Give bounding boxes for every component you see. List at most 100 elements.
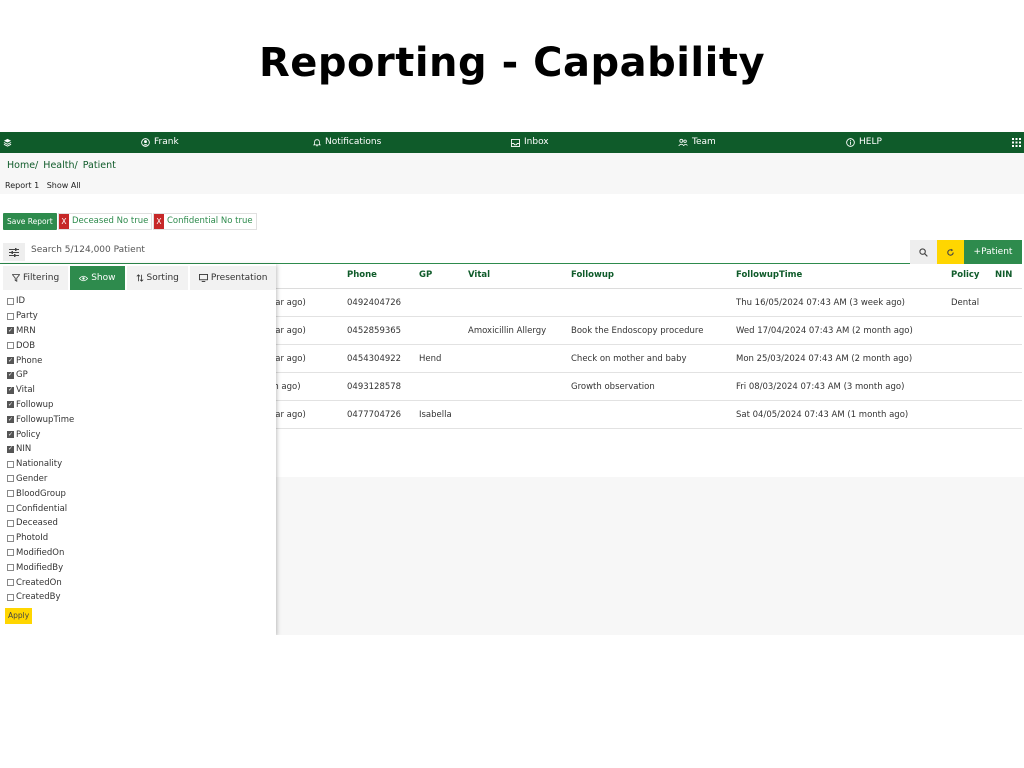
tab-show[interactable]: Show bbox=[70, 266, 125, 290]
tab-filtering[interactable]: Filtering bbox=[3, 266, 69, 290]
checkbox-unchecked[interactable] bbox=[7, 460, 14, 468]
save-report-button[interactable]: Save Report bbox=[3, 213, 57, 230]
column-option-modifiedon[interactable]: ModifiedOn bbox=[7, 546, 74, 561]
breadcrumb: Home/ Health/ Patient bbox=[7, 160, 118, 171]
slide-title: Reporting - Capability bbox=[258, 40, 766, 86]
remove-filter-icon[interactable]: X bbox=[154, 214, 164, 229]
refresh-button[interactable] bbox=[937, 240, 964, 264]
column-option-dob[interactable]: DOB bbox=[7, 338, 74, 353]
column-option-label: Gender bbox=[16, 473, 48, 484]
column-header-followup[interactable]: Followup bbox=[571, 266, 614, 288]
column-option-label: FollowupTime bbox=[16, 414, 75, 425]
cell-phone: 0492404726 bbox=[347, 298, 402, 308]
column-option-policy[interactable]: ✓ Policy bbox=[7, 427, 74, 442]
checkbox-checked[interactable]: ✓ bbox=[7, 416, 14, 424]
checkbox-checked[interactable]: ✓ bbox=[7, 327, 14, 335]
column-header-followuptime[interactable]: FollowupTime bbox=[736, 266, 802, 288]
column-option-phone[interactable]: ✓ Phone bbox=[7, 353, 74, 368]
column-option-gp[interactable]: ✓ GP bbox=[7, 368, 74, 383]
column-header-nin[interactable]: NIN bbox=[995, 266, 1012, 288]
remove-filter-icon[interactable]: X bbox=[59, 214, 69, 229]
search-icon bbox=[919, 247, 928, 257]
column-option-createdby[interactable]: CreatedBy bbox=[7, 590, 74, 605]
column-option-mrn[interactable]: ✓ MRN bbox=[7, 324, 74, 339]
filter-chip-confidential: X Confidential No true bbox=[153, 213, 257, 230]
tab-presentation[interactable]: Presentation bbox=[189, 266, 277, 290]
nav-user[interactable]: Frank bbox=[141, 132, 179, 153]
nav-notifications[interactable]: Notifications bbox=[313, 132, 381, 153]
column-settings-button[interactable] bbox=[3, 243, 25, 261]
breadcrumb-home[interactable]: Home/ bbox=[7, 160, 38, 171]
checkbox-unchecked[interactable] bbox=[7, 593, 14, 601]
checkbox-unchecked[interactable] bbox=[7, 564, 14, 572]
column-option-party[interactable]: Party bbox=[7, 309, 74, 324]
breadcrumb-patient[interactable]: Patient bbox=[83, 160, 116, 171]
cell-followup: Book the Endoscopy procedure bbox=[571, 326, 704, 336]
checkbox-unchecked[interactable] bbox=[7, 312, 14, 320]
column-option-label: CreatedBy bbox=[16, 592, 61, 603]
apply-button[interactable]: Apply bbox=[5, 608, 33, 624]
checkbox-unchecked[interactable] bbox=[7, 579, 14, 587]
checkbox-unchecked[interactable] bbox=[7, 297, 14, 305]
tab-sorting[interactable]: Sorting bbox=[126, 266, 188, 290]
column-option-vital[interactable]: ✓ Vital bbox=[7, 383, 74, 398]
column-option-id[interactable]: ID bbox=[7, 294, 74, 309]
search-button[interactable] bbox=[910, 240, 937, 264]
report-tab-report-1[interactable]: Report 1 bbox=[5, 181, 39, 190]
checkbox-checked[interactable]: ✓ bbox=[7, 386, 14, 394]
nav-team[interactable]: Team bbox=[678, 132, 716, 153]
column-header-policy[interactable]: Policy bbox=[951, 266, 979, 288]
column-option-label: CreatedOn bbox=[16, 577, 62, 588]
column-option-label: ID bbox=[16, 296, 26, 307]
tab-filtering-label: Filtering bbox=[23, 273, 60, 283]
column-option-label: ModifiedBy bbox=[16, 562, 64, 573]
column-header-phone[interactable]: Phone bbox=[347, 266, 377, 288]
add-patient-button[interactable]: +Patient bbox=[964, 240, 1022, 264]
column-option-label: GP bbox=[16, 370, 28, 381]
refresh-icon bbox=[947, 248, 954, 256]
cell-policy: Dental bbox=[951, 298, 980, 308]
column-option-followuptime[interactable]: ✓ FollowupTime bbox=[7, 412, 74, 427]
column-option-createdon[interactable]: CreatedOn bbox=[7, 575, 74, 590]
checkbox-unchecked[interactable] bbox=[7, 534, 14, 542]
cell-followuptime: Sat 04/05/2024 07:43 AM (1 month ago) bbox=[736, 410, 909, 420]
column-header-vital[interactable]: Vital bbox=[468, 266, 490, 288]
column-option-bloodgroup[interactable]: BloodGroup bbox=[7, 486, 74, 501]
column-option-gender[interactable]: Gender bbox=[7, 472, 74, 487]
report-bar: Report 1 Show All bbox=[5, 181, 86, 190]
column-option-followup[interactable]: ✓ Followup bbox=[7, 398, 74, 413]
tab-show-label: Show bbox=[91, 273, 116, 283]
column-checklist: ID Party ✓ MRN DOB ✓ Phone ✓ GP ✓ Vital ✓ Followup ✓ F… bbox=[7, 294, 74, 605]
checkbox-unchecked[interactable] bbox=[7, 505, 14, 513]
column-option-nationality[interactable]: Nationality bbox=[7, 457, 74, 472]
column-option-modifiedby[interactable]: ModifiedBy bbox=[7, 560, 74, 575]
column-option-confidential[interactable]: Confidential bbox=[7, 501, 74, 516]
nav-help[interactable]: HELP bbox=[846, 132, 882, 153]
apps-grid-icon[interactable] bbox=[1012, 132, 1021, 153]
checkbox-checked[interactable]: ✓ bbox=[7, 431, 14, 439]
cell-gp: Isabella bbox=[419, 410, 452, 420]
bell-icon bbox=[313, 139, 321, 147]
nav-team-label: Team bbox=[692, 137, 716, 147]
layers-icon[interactable] bbox=[3, 132, 12, 153]
column-option-label: Phone bbox=[16, 355, 43, 366]
checkbox-checked[interactable]: ✓ bbox=[7, 357, 14, 365]
checkbox-unchecked[interactable] bbox=[7, 342, 14, 350]
checkbox-unchecked[interactable] bbox=[7, 519, 14, 527]
column-option-photoid[interactable]: PhotoId bbox=[7, 531, 74, 546]
report-tab-show-all[interactable]: Show All bbox=[47, 181, 81, 190]
checkbox-checked[interactable]: ✓ bbox=[7, 445, 14, 453]
checkbox-unchecked[interactable] bbox=[7, 490, 14, 498]
checkbox-checked[interactable]: ✓ bbox=[7, 371, 14, 379]
column-option-deceased[interactable]: Deceased bbox=[7, 516, 74, 531]
sort-icon bbox=[136, 274, 143, 282]
nav-inbox[interactable]: Inbox bbox=[511, 132, 549, 153]
search-input[interactable]: Search 5/124,000 Patient bbox=[31, 245, 145, 255]
checkbox-unchecked[interactable] bbox=[7, 475, 14, 483]
column-header-gp[interactable]: GP bbox=[419, 266, 432, 288]
checkbox-unchecked[interactable] bbox=[7, 549, 14, 557]
column-option-nin[interactable]: ✓ NIN bbox=[7, 442, 74, 457]
checkbox-checked[interactable]: ✓ bbox=[7, 401, 14, 409]
column-option-label: Deceased bbox=[16, 518, 58, 529]
breadcrumb-health[interactable]: Health/ bbox=[43, 160, 77, 171]
